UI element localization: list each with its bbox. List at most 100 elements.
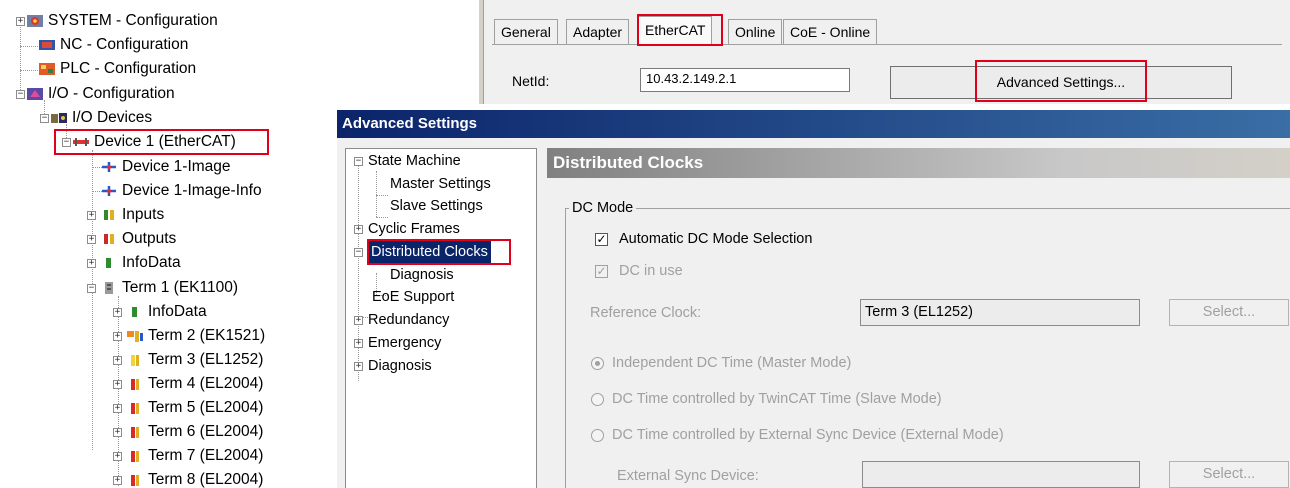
expand-icon[interactable]: + [87, 211, 96, 220]
infodata-icon [126, 305, 144, 319]
master-mode-label: Independent DC Time (Master Mode) [612, 355, 852, 371]
tree-item-infodata[interactable]: InfoData [100, 251, 181, 275]
collapse-icon[interactable]: − [354, 248, 363, 257]
nav-state-machine[interactable]: State Machine [368, 150, 461, 172]
tree-item-device1-image[interactable]: Device 1-Image [100, 155, 231, 179]
tree-item-term4[interactable]: Term 4 (EL2004) [126, 372, 263, 396]
external-mode-radio[interactable] [591, 429, 604, 442]
nav-master-settings[interactable]: Master Settings [390, 173, 491, 195]
netid-field[interactable]: 10.43.2.149.2.1 [640, 68, 850, 92]
slave-mode-label: DC Time controlled by TwinCAT Time (Slav… [612, 391, 942, 407]
dialog-title: Advanced Settings [337, 110, 1290, 138]
expand-icon[interactable]: + [354, 362, 363, 371]
expand-icon[interactable]: + [113, 332, 122, 341]
nav-emergency[interactable]: Emergency [368, 332, 441, 354]
expand-icon[interactable]: + [113, 476, 122, 485]
dc-mode-group [565, 208, 1290, 488]
master-mode-radio[interactable] [591, 357, 604, 370]
io-icon [26, 87, 44, 101]
splitter[interactable] [478, 0, 484, 104]
nav-cyclic-frames[interactable]: Cyclic Frames [368, 218, 460, 240]
expand-icon[interactable]: + [113, 428, 122, 437]
inputs-icon [100, 208, 118, 222]
dc-in-use-label: DC in use [619, 263, 683, 279]
coupler-icon [100, 281, 118, 295]
expand-icon[interactable]: + [354, 339, 363, 348]
expand-icon[interactable]: + [113, 452, 122, 461]
collapse-icon[interactable]: − [354, 157, 363, 166]
advanced-settings-highlight [975, 60, 1147, 102]
expand-icon[interactable]: + [354, 225, 363, 234]
terminal-red-icon [126, 473, 144, 487]
auto-dc-checkbox[interactable]: ✓ [595, 233, 608, 246]
reference-clock-field[interactable]: Term 3 (EL1252) [860, 299, 1140, 326]
tree-item-io[interactable]: I/O - Configuration [26, 82, 175, 106]
expand-icon[interactable]: + [113, 356, 122, 365]
expand-icon[interactable]: + [113, 404, 122, 413]
tree-item-term3[interactable]: Term 3 (EL1252) [126, 348, 263, 372]
tree-item-term1-infodata[interactable]: InfoData [126, 300, 207, 324]
terminal-red-icon [126, 425, 144, 439]
settings-nav-tree: − State Machine Master Settings Slave Se… [345, 148, 537, 488]
tree-item-term6[interactable]: Term 6 (EL2004) [126, 420, 263, 444]
device-properties-panel: General Adapter EtherCAT Online CoE - On… [478, 0, 1290, 104]
collapse-icon[interactable]: − [16, 90, 25, 99]
image-icon [100, 160, 118, 174]
external-sync-label: External Sync Device: [617, 468, 759, 484]
external-mode-label: DC Time controlled by External Sync Devi… [612, 427, 1004, 443]
tree-item-nc[interactable]: NC - Configuration [38, 33, 188, 57]
tree-item-inputs[interactable]: Inputs [100, 203, 164, 227]
reference-clock-select-button[interactable]: Select... [1169, 299, 1289, 326]
tree-item-system[interactable]: SYSTEM - Configuration [26, 9, 218, 33]
dc-in-use-checkbox[interactable]: ✓ [595, 265, 608, 278]
auto-dc-label: Automatic DC Mode Selection [619, 231, 813, 247]
advanced-settings-dialog: Advanced Settings − State Machine Master… [336, 110, 1290, 488]
tree-item-device1-image-info[interactable]: Device 1-Image-Info [100, 179, 262, 203]
dc-mode-legend: DC Mode [569, 200, 637, 216]
nav-redundancy[interactable]: Redundancy [368, 309, 449, 331]
terminal-red-icon [126, 377, 144, 391]
expand-icon[interactable]: + [354, 316, 363, 325]
tree-item-term2[interactable]: Term 2 (EK1521) [126, 324, 265, 348]
reference-clock-label: Reference Clock: [590, 305, 702, 321]
expand-icon[interactable]: + [87, 259, 96, 268]
external-sync-select-button[interactable]: Select... [1169, 461, 1289, 488]
tree-item-plc[interactable]: PLC - Configuration [38, 57, 196, 81]
external-sync-field[interactable] [862, 461, 1140, 488]
tab-online[interactable]: Online [728, 19, 783, 44]
nav-eoe-support[interactable]: EoE Support [372, 286, 454, 308]
expand-icon[interactable]: + [113, 308, 122, 317]
tree-item-io-devices[interactable]: I/O Devices [50, 106, 152, 130]
system-icon [26, 14, 44, 28]
tab-adapter[interactable]: Adapter [566, 19, 630, 44]
section-title: Distributed Clocks [547, 148, 1290, 178]
device1-highlight [54, 129, 269, 155]
tree-item-term5[interactable]: Term 5 (EL2004) [126, 396, 263, 420]
configuration-tree: + SYSTEM - Configuration NC - Configurat… [0, 0, 330, 488]
expand-icon[interactable]: + [113, 380, 122, 389]
tree-item-term8[interactable]: Term 8 (EL2004) [126, 468, 263, 488]
distributed-clocks-highlight [367, 239, 511, 265]
collapse-icon[interactable]: − [87, 284, 96, 293]
tree-item-outputs[interactable]: Outputs [100, 227, 176, 251]
nav-diagnosis[interactable]: Diagnosis [368, 355, 432, 377]
terminal-orange-icon [126, 329, 144, 343]
terminal-red-icon [126, 401, 144, 415]
collapse-icon[interactable]: − [40, 114, 49, 123]
tree-item-term1[interactable]: Term 1 (EK1100) [100, 276, 238, 300]
plc-icon [38, 62, 56, 76]
terminal-yellow-icon [126, 353, 144, 367]
expand-icon[interactable]: + [16, 17, 25, 26]
netid-label: NetId: [512, 73, 550, 89]
ethercat-tab-highlight [637, 14, 723, 46]
tab-coe-online[interactable]: CoE - Online [783, 19, 878, 44]
image-info-icon [100, 184, 118, 198]
slave-mode-radio[interactable] [591, 393, 604, 406]
nav-slave-settings[interactable]: Slave Settings [390, 195, 483, 217]
nav-dc-diagnosis[interactable]: Diagnosis [390, 264, 454, 286]
tab-general[interactable]: General [494, 19, 558, 44]
expand-icon[interactable]: + [87, 235, 96, 244]
outputs-icon [100, 232, 118, 246]
nc-icon [38, 38, 56, 52]
tree-item-term7[interactable]: Term 7 (EL2004) [126, 444, 263, 468]
